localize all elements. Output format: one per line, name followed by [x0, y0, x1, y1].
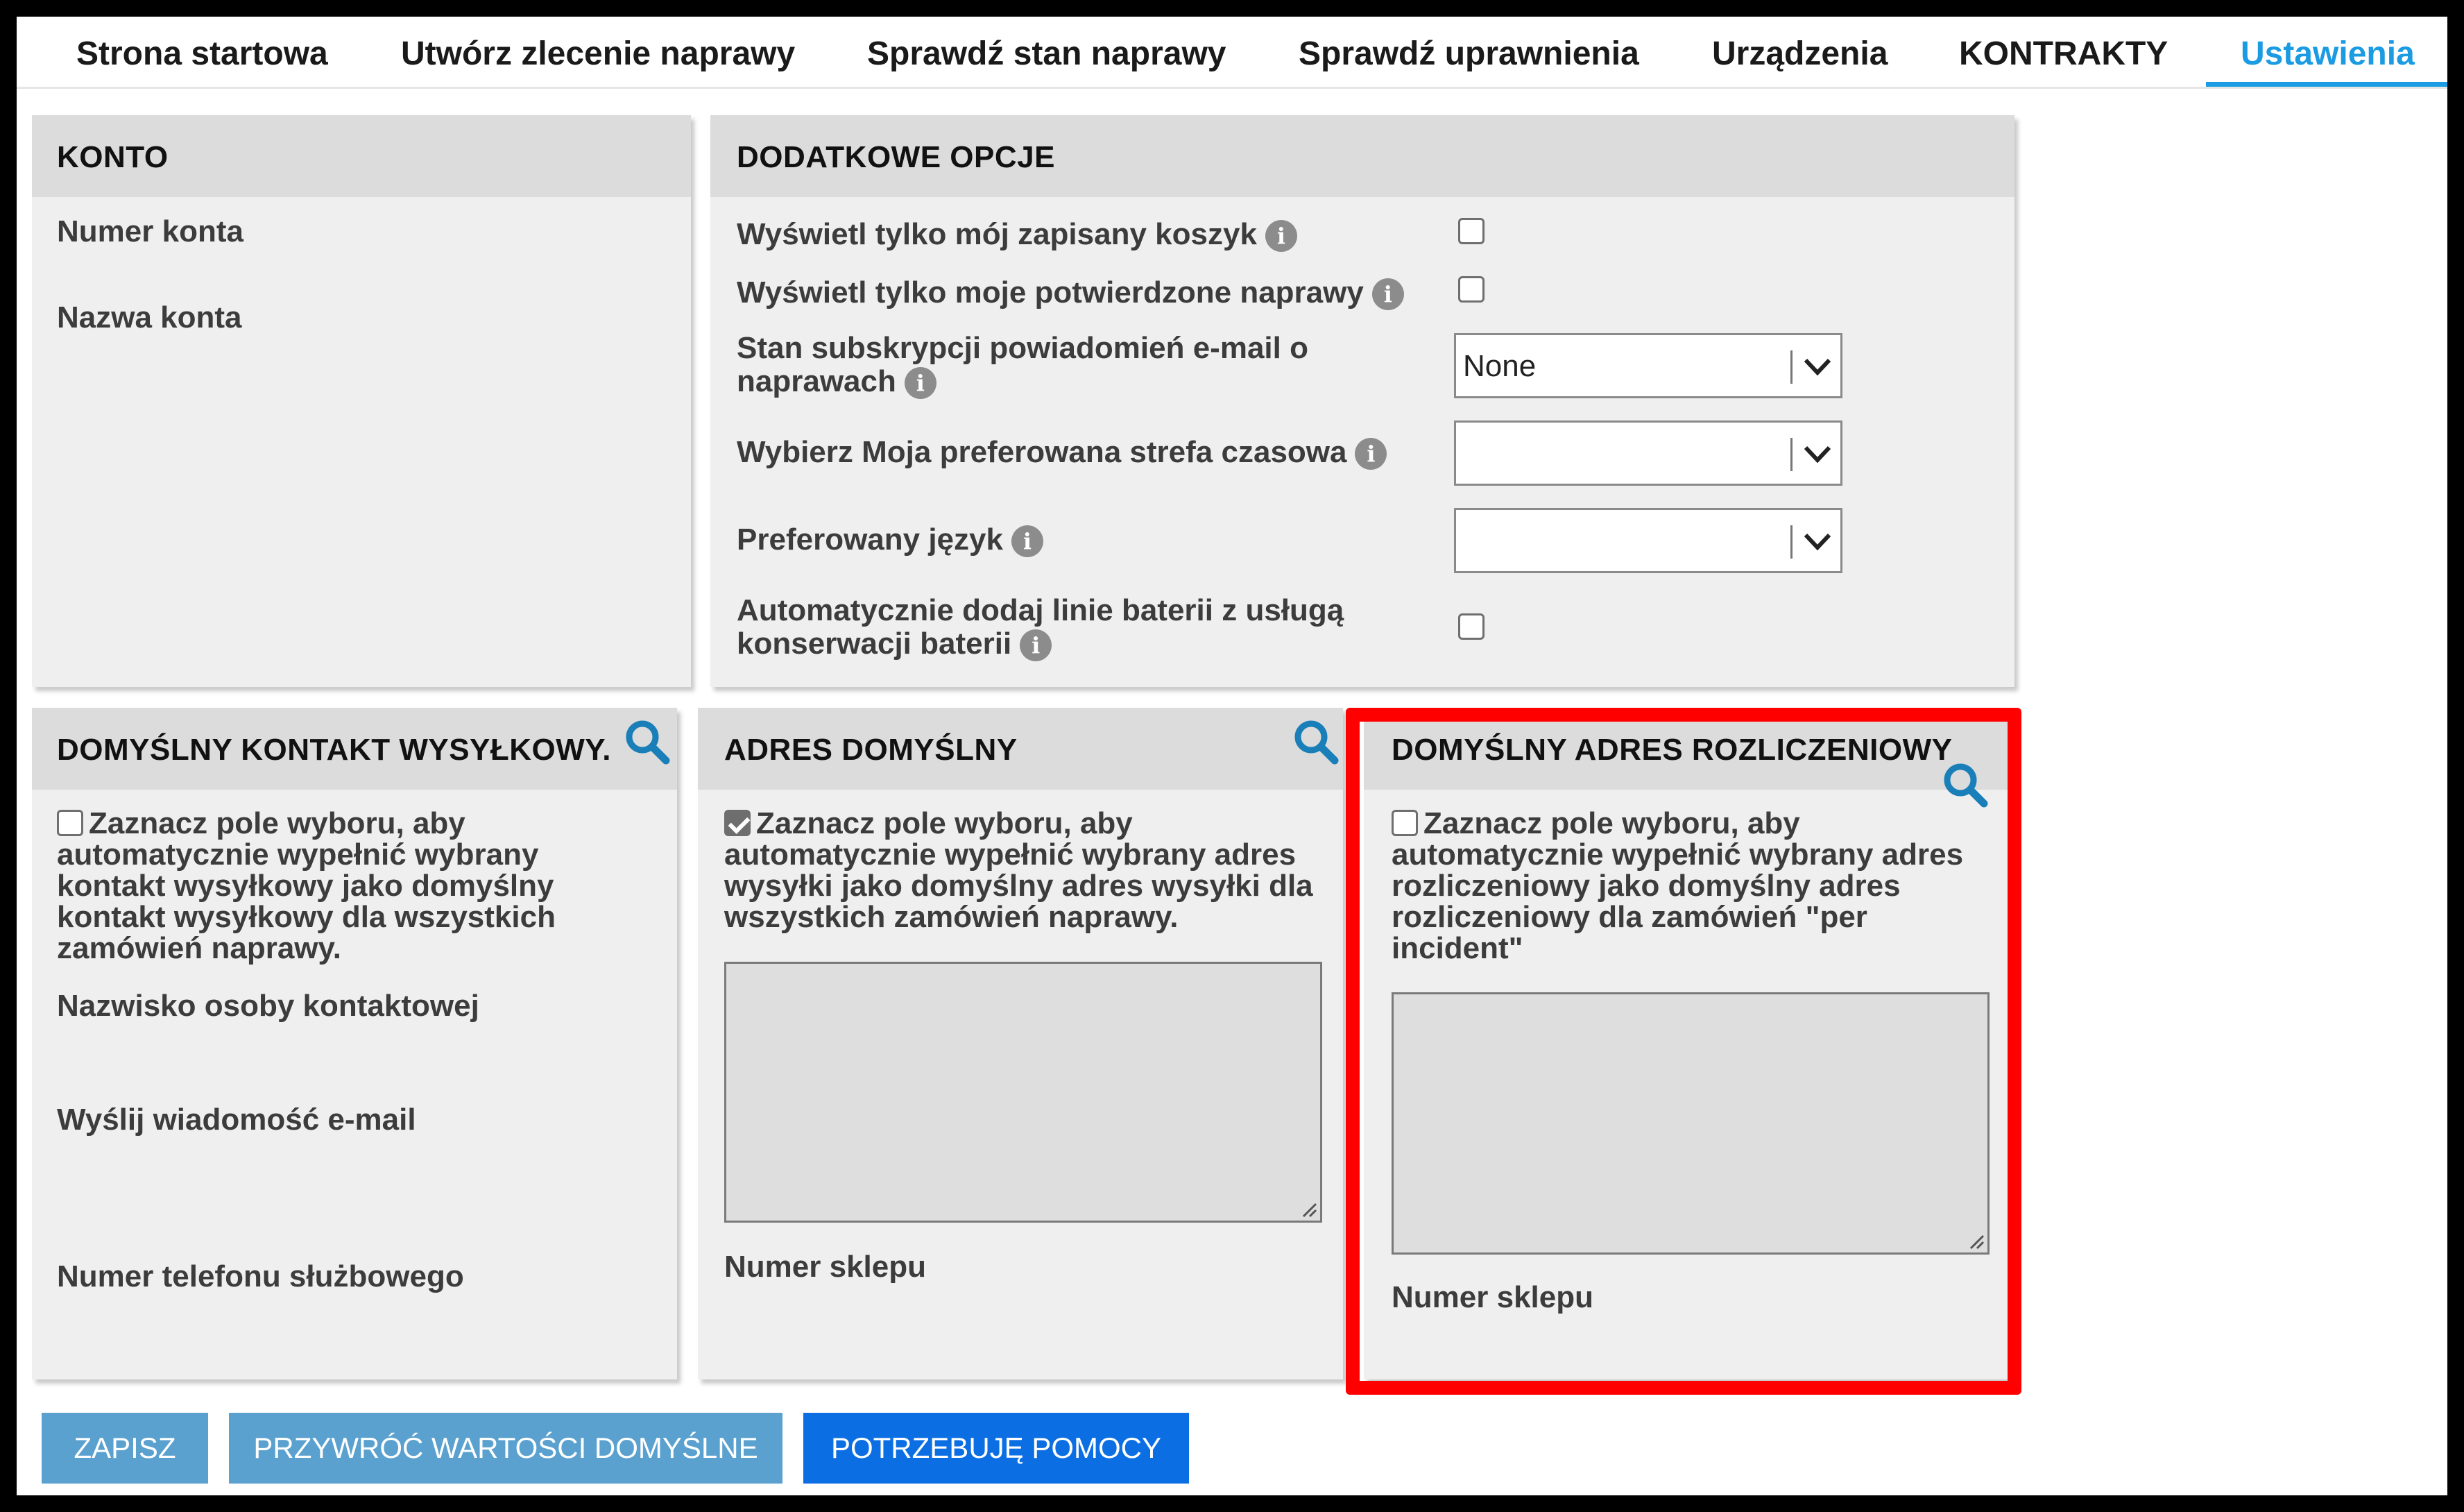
select-divider [1790, 350, 1793, 384]
tab-kontrakty[interactable]: KONTRAKTY [1959, 29, 2168, 79]
contact-name-label: Nazwisko osoby kontaktowej [57, 989, 479, 1023]
option-saved-cart-label: Wyświetl tylko mój zapisany koszyk i [737, 217, 1297, 253]
tab-strona-startowa[interactable]: Strona startowa [76, 29, 328, 79]
restore-defaults-button[interactable]: PRZYWRÓĆ WARTOŚCI DOMYŚLNE [229, 1413, 782, 1484]
select-divider [1790, 525, 1793, 559]
default-address-panel: ADRES DOMYŚLNY Zaznacz pole wyboru, aby … [698, 708, 1343, 1379]
billing-address-panel: DOMYŚLNY ADRES ROZLICZENIOWY Zaznacz pol… [1364, 708, 2009, 1379]
chevron-down-icon [1804, 533, 1831, 551]
shipping-contact-header: DOMYŚLNY KONTAKT WYSYŁKOWY. [32, 708, 677, 790]
billing-address-checkbox-text: Zaznacz pole wyboru, aby automatycznie w… [1392, 806, 1964, 965]
send-email-label: Wyślij wiadomość e-mail [57, 1103, 416, 1137]
shipping-contact-description: Zaznacz pole wyboru, aby automatycznie w… [57, 808, 626, 964]
resize-grip-icon[interactable] [1967, 1232, 1985, 1250]
option-timezone-text: Wybierz Moja preferowana strefa czasowa [737, 435, 1347, 469]
info-icon[interactable]: i [1265, 220, 1297, 253]
option-saved-cart-text: Wyświetl tylko mój zapisany koszyk [737, 217, 1257, 251]
shipping-contact-default-checkbox[interactable] [57, 810, 83, 836]
email-subscription-select[interactable]: None [1454, 333, 1842, 398]
language-select[interactable] [1454, 508, 1842, 573]
option-confirmed-repairs-checkbox[interactable] [1458, 276, 1485, 303]
billing-address-store-number-label: Numer sklepu [1392, 1280, 1593, 1314]
default-address-description: Zaznacz pole wyboru, aby automatycznie w… [724, 808, 1321, 933]
billing-address-checkbox[interactable] [1392, 810, 1418, 836]
billing-address-textarea[interactable] [1392, 992, 1990, 1255]
option-language-label: Preferowany język i [737, 523, 1043, 558]
default-address-checkbox-text: Zaznacz pole wyboru, aby automatycznie w… [724, 806, 1313, 934]
top-navigation: Strona startowa Utwórz zlecenie naprawy … [17, 17, 2450, 89]
option-language-text: Preferowany język [737, 523, 1003, 557]
info-icon[interactable]: i [1355, 438, 1387, 470]
option-timezone-label: Wybierz Moja preferowana strefa czasowa i [737, 436, 1387, 470]
tab-sprawdz-stan-naprawy[interactable]: Sprawdź stan naprawy [867, 29, 1226, 79]
option-email-subscription-text: Stan subskrypcji powiadomień e-mail o na… [737, 331, 1308, 398]
option-confirmed-repairs-label: Wyświetl tylko moje potwierdzone naprawy… [737, 275, 1404, 311]
default-address-checkbox[interactable] [724, 810, 751, 836]
account-panel-title: KONTO [57, 140, 169, 174]
search-icon[interactable] [1292, 717, 1340, 766]
info-icon[interactable]: i [1020, 629, 1052, 662]
shipping-contact-panel: DOMYŚLNY KONTAKT WYSYŁKOWY. Zaznacz pole… [32, 708, 677, 1379]
save-button[interactable]: ZAPISZ [42, 1413, 208, 1484]
default-address-textarea[interactable] [724, 962, 1322, 1223]
tab-utworz-zlecenie-naprawy[interactable]: Utwórz zlecenie naprawy [401, 29, 795, 79]
search-icon[interactable] [1941, 761, 1990, 809]
timezone-select[interactable] [1454, 421, 1842, 486]
option-battery-lines-checkbox[interactable] [1458, 613, 1485, 640]
additional-options-title: DODATKOWE OPCJE [737, 140, 1055, 174]
info-icon[interactable]: i [904, 367, 936, 400]
option-email-subscription-label: Stan subskrypcji powiadomień e-mail o na… [737, 331, 1361, 400]
additional-options-panel: DODATKOWE OPCJE Wyświetl tylko mój zapis… [710, 115, 2014, 687]
tab-ustawienia[interactable]: Ustawienia [2241, 29, 2415, 79]
account-panel-header: KONTO [32, 115, 691, 197]
billing-address-title: DOMYŚLNY ADRES ROZLICZENIOWY [1392, 733, 1953, 767]
billing-address-description: Zaznacz pole wyboru, aby automatycznie w… [1392, 808, 1988, 964]
business-phone-label: Numer telefonu służbowego [57, 1259, 464, 1293]
default-address-title: ADRES DOMYŚLNY [724, 733, 1018, 767]
info-icon[interactable]: i [1371, 278, 1404, 311]
chevron-down-icon [1804, 445, 1831, 464]
billing-address-header: DOMYŚLNY ADRES ROZLICZENIOWY [1364, 708, 2009, 790]
email-subscription-value: None [1463, 349, 1537, 383]
account-panel: KONTO Numer konta Nazwa konta [32, 115, 691, 687]
resize-grip-icon[interactable] [1299, 1200, 1317, 1218]
need-help-button[interactable]: POTRZEBUJĘ POMOCY [803, 1413, 1189, 1484]
info-icon[interactable]: i [1011, 525, 1043, 558]
option-saved-cart-checkbox[interactable] [1458, 218, 1485, 244]
additional-options-header: DODATKOWE OPCJE [710, 115, 2014, 197]
shipping-contact-checkbox-text: Zaznacz pole wyboru, aby automatycznie w… [57, 806, 556, 965]
option-confirmed-repairs-text: Wyświetl tylko moje potwierdzone naprawy [737, 275, 1364, 309]
active-tab-indicator [2206, 82, 2450, 87]
chevron-down-icon [1804, 358, 1831, 376]
account-number-label: Numer konta [57, 214, 243, 248]
tab-urzadzenia[interactable]: Urządzenia [1712, 29, 1888, 79]
default-address-header: ADRES DOMYŚLNY [698, 708, 1343, 790]
select-divider [1790, 438, 1793, 471]
search-icon[interactable] [623, 717, 671, 766]
option-battery-lines-label: Automatycznie dodaj linie baterii z usłu… [737, 594, 1375, 662]
account-name-label: Nazwa konta [57, 300, 242, 334]
default-address-store-number-label: Numer sklepu [724, 1250, 926, 1284]
tab-sprawdz-uprawnienia[interactable]: Sprawdź uprawnienia [1299, 29, 1639, 79]
shipping-contact-title: DOMYŚLNY KONTAKT WYSYŁKOWY. [57, 733, 611, 767]
